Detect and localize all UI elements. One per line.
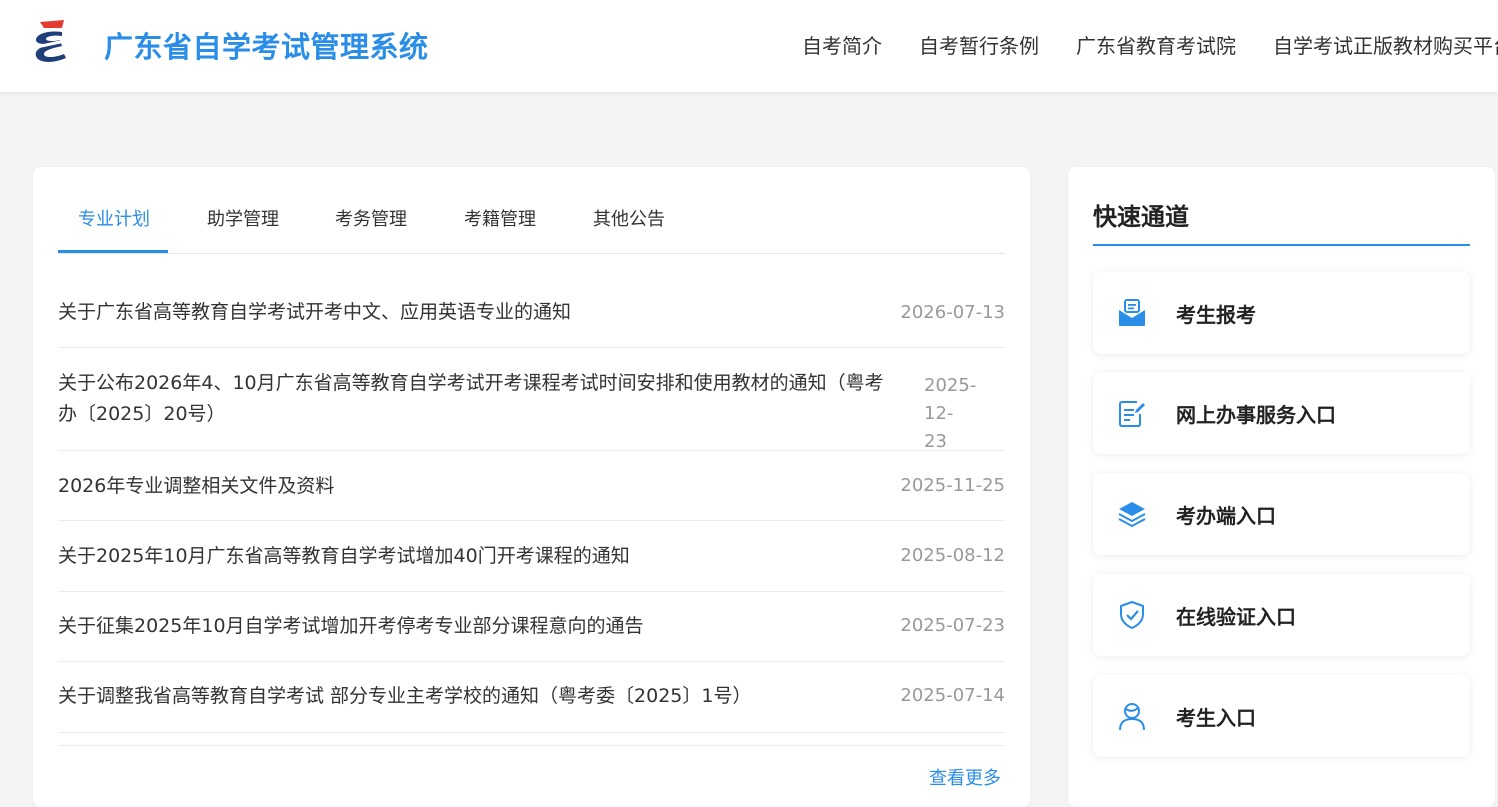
news-title[interactable]: 关于2025年10月广东省高等教育自学考试增加40门开考课程的通知	[58, 541, 630, 572]
list-item[interactable]: 关于广东省高等教育自学考试开考中文、应用英语专业的通知 2026-07-13	[58, 279, 1005, 348]
quick-item-label: 考办端入口	[1176, 504, 1276, 528]
quick-access-title: 快速通道	[1093, 203, 1189, 231]
tab-tutoring[interactable]: 助学管理	[207, 205, 279, 231]
news-date: 2026-07-13	[900, 302, 1005, 323]
news-title-line: 办〔2025〕20号）	[58, 403, 226, 425]
news-title-line: 关于公布2026年4、10月广东省高等教育自学考试开考课程考试时间安排和使用教材…	[58, 372, 884, 394]
news-date: 2025-08-12	[900, 545, 1005, 566]
tab-other-notices[interactable]: 其他公告	[593, 205, 665, 231]
tab-student-records[interactable]: 考籍管理	[464, 205, 536, 231]
nav-item-textbook-platform[interactable]: 自学考试正版教材购买平台	[1273, 30, 1498, 59]
mail-icon	[1119, 299, 1145, 326]
quick-item-label: 网上办事服务入口	[1176, 403, 1336, 427]
tab-major-plan[interactable]: 专业计划	[78, 205, 150, 231]
news-title[interactable]: 关于公布2026年4、10月广东省高等教育自学考试开考课程考试时间安排和使用教材…	[58, 368, 884, 430]
list-item[interactable]: 关于2025年10月广东省高等教育自学考试增加40门开考课程的通知 2025-0…	[58, 521, 1005, 592]
document-edit-icon	[1119, 401, 1145, 427]
shield-check-icon	[1120, 600, 1144, 630]
user-icon	[1119, 703, 1145, 731]
quick-access-card: 快速通道 考生报考 网上办事服务入口 考办端入口 在线验证入口 考生入口	[1068, 167, 1495, 807]
tab-exam-affairs[interactable]: 考务管理	[335, 205, 407, 231]
top-nav: 自考简介 自考暂行条例 广东省教育考试院 自学考试正版教材购买平台	[802, 30, 1498, 59]
news-date: 2025-11-25	[900, 475, 1005, 496]
site-title[interactable]: 广东省自学考试管理系统	[104, 24, 429, 66]
site-header: 广东省自学考试管理系统 自考简介 自考暂行条例 广东省教育考试院 自学考试正版教…	[0, 0, 1498, 92]
quick-item-registration[interactable]: 考生报考	[1093, 272, 1470, 354]
quick-access-divider	[1093, 244, 1470, 246]
news-date: 2025-07-14	[900, 685, 1005, 706]
news-date-line: 2025-12-	[924, 375, 977, 424]
quick-item-online-service[interactable]: 网上办事服务入口	[1093, 372, 1470, 454]
news-date: 2025-12- 23	[924, 372, 1005, 456]
news-date-line: 23	[924, 431, 947, 452]
list-item[interactable]: 关于公布2026年4、10月广东省高等教育自学考试开考课程考试时间安排和使用教材…	[58, 348, 1005, 452]
list-item[interactable]: 关于征集2025年10月自学考试增加开考停考专业部分课程意向的通告 2025-0…	[58, 592, 1005, 662]
news-list: 关于广东省高等教育自学考试开考中文、应用英语专业的通知 2026-07-13 关…	[58, 279, 1005, 733]
view-more-link[interactable]: 查看更多	[929, 764, 1001, 790]
quick-item-office-portal[interactable]: 考办端入口	[1093, 473, 1470, 555]
list-divider	[58, 745, 1005, 746]
logo-icon[interactable]	[30, 20, 74, 66]
quick-item-verification[interactable]: 在线验证入口	[1093, 574, 1470, 656]
list-item[interactable]: 2026年专业调整相关文件及资料 2025-11-25	[58, 451, 1005, 521]
news-tabs: 专业计划 助学管理 考务管理 考籍管理 其他公告	[58, 167, 1005, 254]
news-card: 专业计划 助学管理 考务管理 考籍管理 其他公告 关于广东省高等教育自学考试开考…	[33, 167, 1030, 807]
news-title[interactable]: 2026年专业调整相关文件及资料	[58, 471, 334, 502]
news-title[interactable]: 关于广东省高等教育自学考试开考中文、应用英语专业的通知	[58, 297, 571, 328]
quick-item-label: 在线验证入口	[1176, 605, 1296, 629]
layers-icon	[1118, 502, 1146, 528]
news-title[interactable]: 关于征集2025年10月自学考试增加开考停考专业部分课程意向的通告	[58, 611, 644, 642]
news-title[interactable]: 关于调整我省高等教育自学考试 部分专业主考学校的通知（粤考委〔2025〕1号）	[58, 681, 751, 712]
quick-item-label: 考生入口	[1176, 706, 1256, 730]
quick-item-student-portal[interactable]: 考生入口	[1093, 675, 1470, 757]
nav-item-intro[interactable]: 自考简介	[802, 30, 882, 59]
nav-item-regulations[interactable]: 自考暂行条例	[919, 30, 1039, 59]
list-item[interactable]: 关于调整我省高等教育自学考试 部分专业主考学校的通知（粤考委〔2025〕1号） …	[58, 662, 1005, 733]
quick-item-label: 考生报考	[1176, 303, 1256, 327]
nav-item-exam-institute[interactable]: 广东省教育考试院	[1076, 30, 1236, 59]
news-date: 2025-07-23	[900, 615, 1005, 636]
tab-active-indicator	[58, 250, 168, 253]
